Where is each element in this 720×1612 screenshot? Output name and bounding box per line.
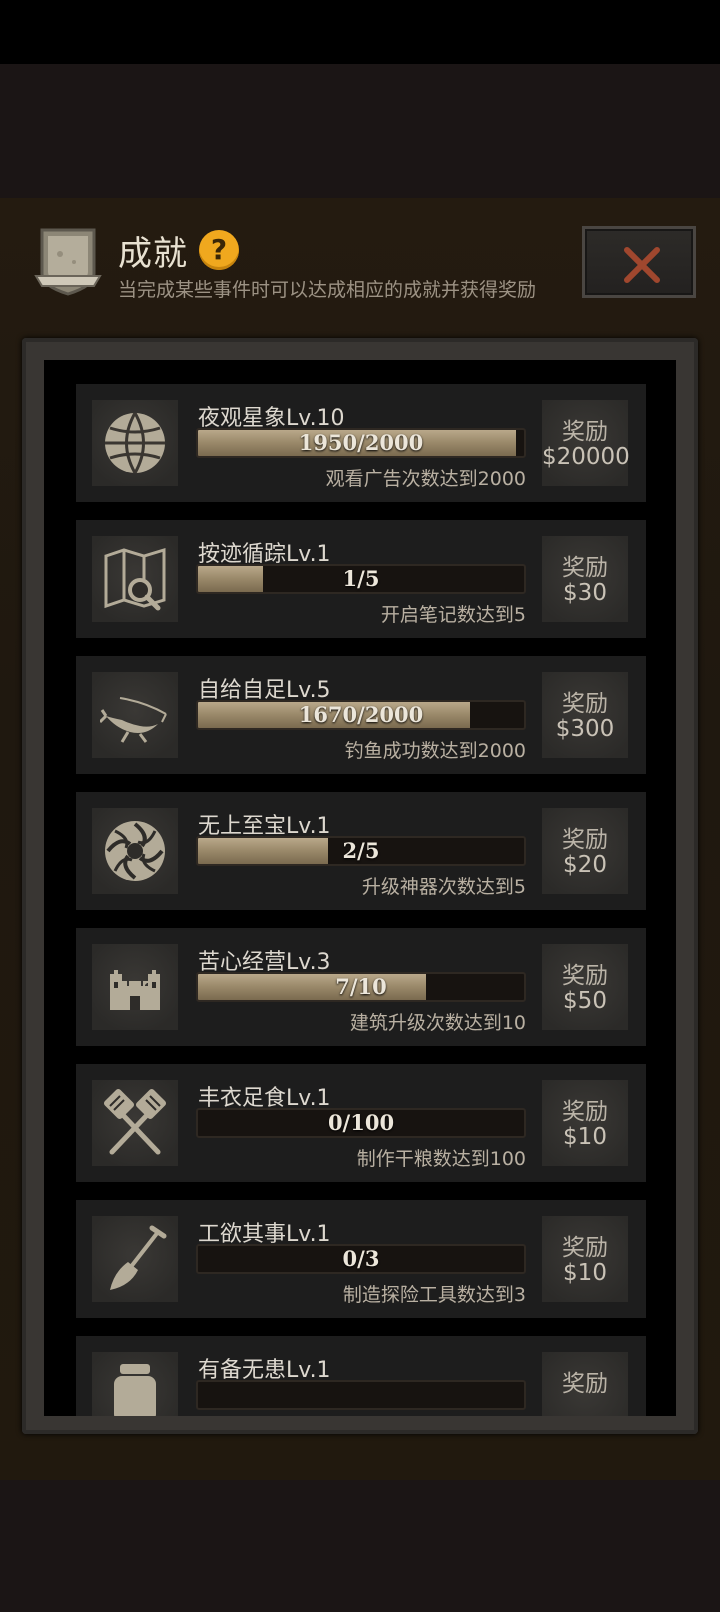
achievement-description: 观看广告次数达到2000 [325,468,526,490]
progress-text: 1/5 [342,566,380,591]
page-title: 成就 [118,234,188,274]
globe-icon [92,400,178,486]
reward-button[interactable]: 奖励 $300 [542,672,628,758]
reward-label: 奖励 [562,1371,608,1397]
progress-text: 0/3 [342,1246,380,1271]
reward-label: 奖励 [562,1099,608,1125]
reward-button[interactable]: 奖励 [542,1352,628,1416]
achievement-list[interactable]: 夜观星象Lv.10 1950/2000 观看广告次数达到2000 奖励 $200… [44,360,676,1416]
reward-value: $300 [555,716,615,742]
reward-label: 奖励 [562,555,608,581]
achievement-badge-icon [34,224,102,300]
achievement-description: 制作干粮数达到100 [356,1148,526,1170]
reward-button[interactable]: 奖励 $20 [542,808,628,894]
reward-button[interactable]: 奖励 $30 [542,536,628,622]
reward-value: $30 [563,580,607,606]
achievement-description: 开启笔记数达到5 [380,604,526,626]
progress-text: 1950/2000 [298,430,424,455]
reward-value: $10 [563,1124,607,1150]
progress-bar: 1/5 [196,564,526,594]
achievement-description: 制造探险工具数达到3 [342,1284,526,1306]
progress-bar: 1950/2000 [196,428,526,458]
shovel-icon [92,1216,178,1302]
achievement-card: 苦心经营Lv.3 7/10 建筑升级次数达到10 奖励 $50 [76,928,646,1046]
status-bar [0,0,720,64]
progress-text [198,1382,524,1408]
crossed-spatulas-icon [92,1080,178,1166]
progress-text: 2/5 [342,838,380,863]
reward-value: $20 [563,852,607,878]
backdrop-bottom [0,1480,720,1612]
achievement-card: 丰衣足食Lv.1 0/100 制作干粮数达到100 奖励 $10 [76,1064,646,1182]
reward-label: 奖励 [562,827,608,853]
close-icon [624,247,660,283]
reward-label: 奖励 [562,691,608,717]
reward-value: $50 [563,988,607,1014]
progress-bar: 1670/2000 [196,700,526,730]
achievement-description: 建筑升级次数达到10 [349,1012,526,1034]
ornament-icon [92,808,178,894]
backdrop-top [0,64,720,198]
achievement-card: 有备无患Lv.1 奖励 [76,1336,646,1416]
reward-label: 奖励 [562,963,608,989]
progress-text: 7/10 [335,974,387,999]
reward-value: $20000 [542,444,630,470]
achievement-card: 按迹循踪Lv.1 1/5 开启笔记数达到5 奖励 $30 [76,520,646,638]
progress-text: 0/100 [327,1110,395,1135]
map-search-icon [92,536,178,622]
progress-bar: 0/100 [196,1108,526,1138]
progress-bar: 2/5 [196,836,526,866]
achievement-card: 工欲其事Lv.1 0/3 制造探险工具数达到3 奖励 $10 [76,1200,646,1318]
reward-label: 奖励 [562,419,608,445]
achievement-card: 自给自足Lv.5 1670/2000 钓鱼成功数达到2000 奖励 $300 [76,656,646,774]
jar-icon [92,1352,178,1416]
progress-bar: 7/10 [196,972,526,1002]
fishing-icon [92,672,178,758]
reward-button[interactable]: 奖励 $20000 [542,400,630,486]
achievement-description: 升级神器次数达到5 [361,876,526,898]
reward-label: 奖励 [562,1235,608,1261]
progress-text: 1670/2000 [298,702,424,727]
achievement-card: 夜观星象Lv.10 1950/2000 观看广告次数达到2000 奖励 $200… [76,384,646,502]
progress-bar: 0/3 [196,1244,526,1274]
close-button[interactable] [582,226,696,298]
reward-button[interactable]: 奖励 $50 [542,944,628,1030]
page-subtitle: 当完成某些事件时可以达成相应的成就并获得奖励 [118,279,537,301]
progress-bar [196,1380,526,1410]
castle-icon [92,944,178,1030]
reward-button[interactable]: 奖励 $10 [542,1080,628,1166]
help-icon[interactable]: ? [199,230,239,270]
reward-button[interactable]: 奖励 $10 [542,1216,628,1302]
achievement-card: 无上至宝Lv.1 2/5 升级神器次数达到5 奖励 $20 [76,792,646,910]
achievement-description: 钓鱼成功数达到2000 [344,740,526,762]
reward-value: $10 [563,1260,607,1286]
